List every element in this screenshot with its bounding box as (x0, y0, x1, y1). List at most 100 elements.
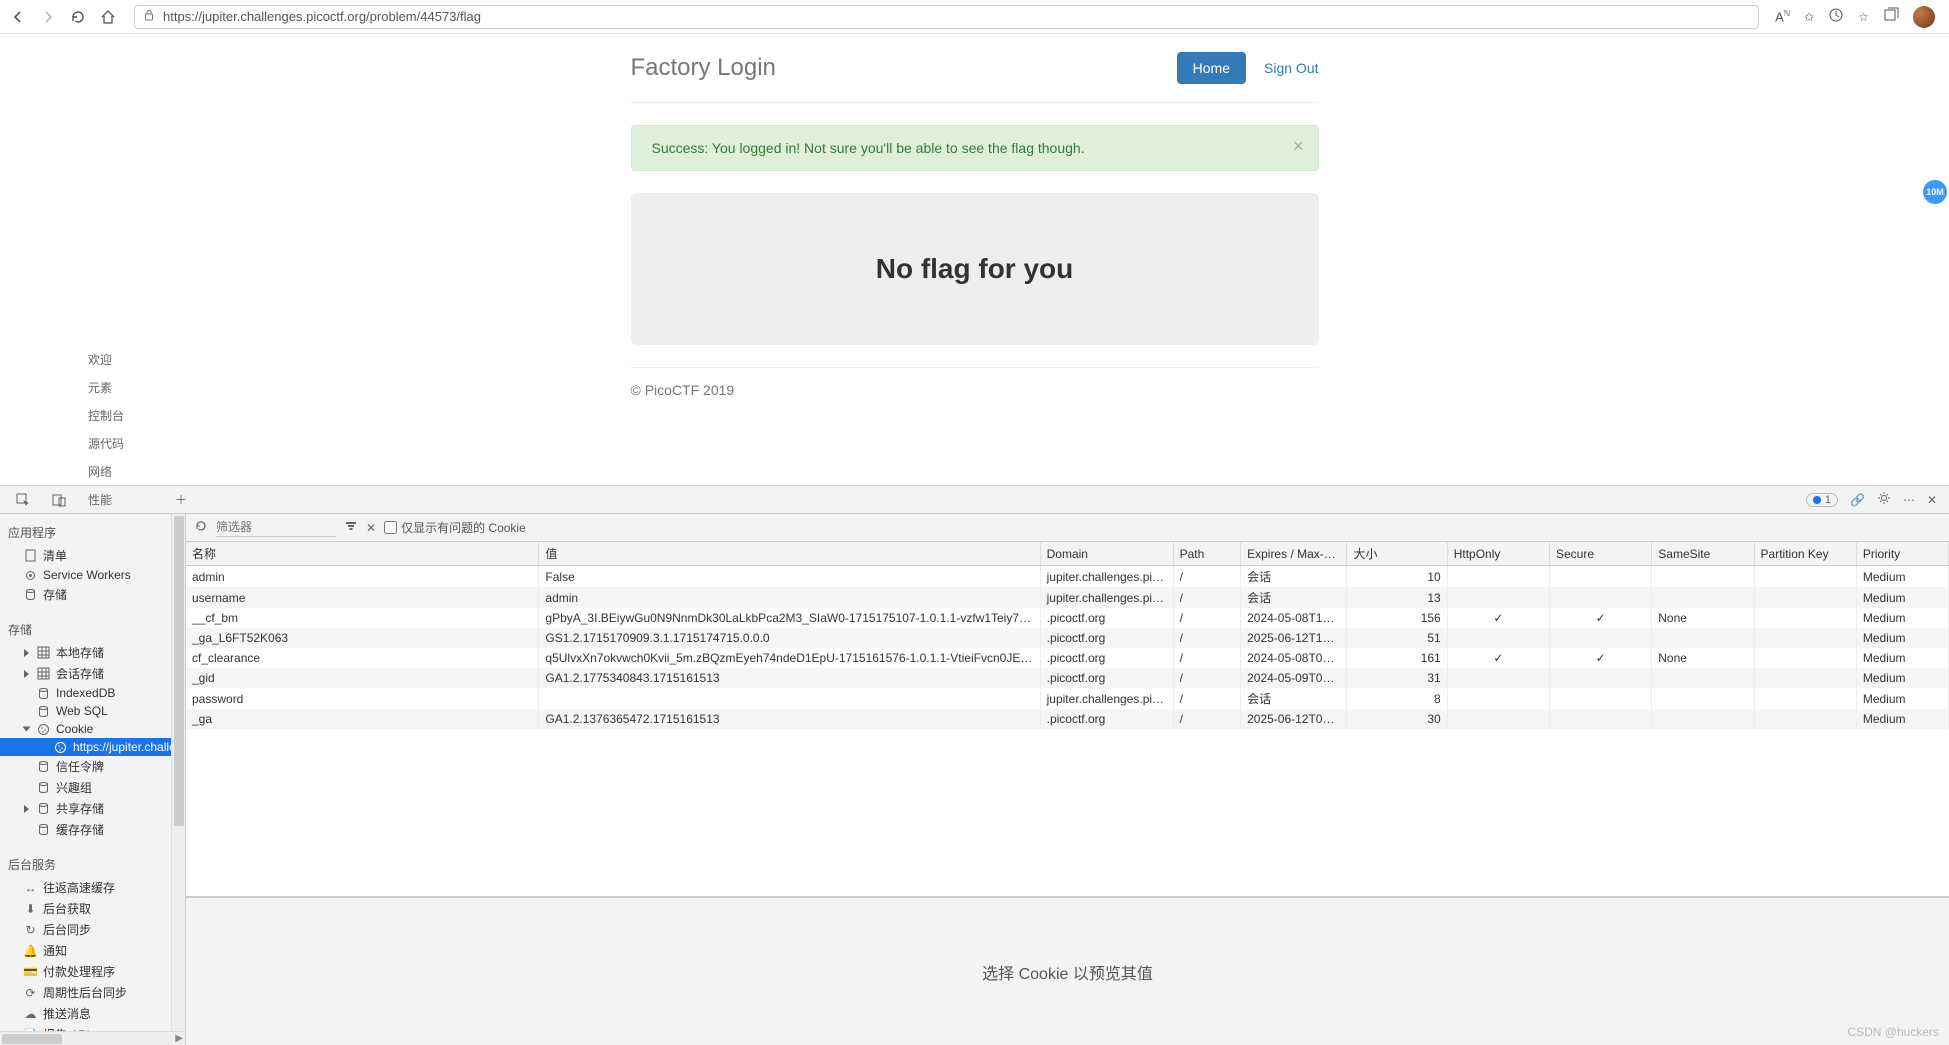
cookies-toolbar: ✕ 仅显示有问题的 Cookie (186, 514, 1949, 542)
table-row[interactable]: adminFalsejupiter.challenges.pic.../会话10… (186, 566, 1949, 588)
app-item-icon (24, 588, 37, 601)
sidebar-item[interactable]: ⟳周期性后台同步 (0, 982, 185, 1003)
storage-item-icon (37, 667, 50, 680)
refresh-icon[interactable] (194, 519, 208, 536)
table-header[interactable]: Path (1173, 542, 1241, 566)
filter-input[interactable] (216, 519, 336, 537)
sidebar-hscroll[interactable]: ◀▶ (0, 1031, 185, 1045)
close-icon[interactable]: × (1293, 136, 1304, 157)
gear-icon[interactable] (1877, 491, 1891, 508)
sidebar-item[interactable]: 信任令牌 (0, 756, 185, 777)
bg-item-icon: 💳 (24, 965, 37, 978)
issues-only-checkbox[interactable]: 仅显示有问题的 Cookie (384, 519, 526, 536)
floating-badge[interactable]: 10M (1923, 180, 1947, 204)
address-bar[interactable]: https://jupiter.challenges.picoctf.org/p… (134, 5, 1759, 29)
favorites-icon[interactable]: ☆ (1858, 10, 1869, 24)
sidebar-item[interactable]: ↻后台同步 (0, 919, 185, 940)
sidebar-item[interactable]: 兴趣组 (0, 777, 185, 798)
sidebar-item[interactable]: 清单 (0, 545, 185, 566)
sidebar-item[interactable]: 🔔通知 (0, 940, 185, 961)
bg-item-icon: 🔔 (24, 944, 37, 957)
sidebar-item[interactable]: 存储 (0, 584, 185, 605)
table-header[interactable]: Priority (1856, 542, 1948, 566)
sidebar-section-storage: 存储 (0, 617, 185, 642)
sidebar-vscroll[interactable] (171, 514, 185, 1031)
tab-元素[interactable]: 元素 (78, 374, 163, 402)
table-row[interactable]: _gidGA1.2.1775340843.1715161513.picoctf.… (186, 668, 1949, 688)
sync-icon[interactable] (1828, 7, 1844, 26)
table-header[interactable]: 值 (539, 542, 1040, 566)
font-size-icon[interactable]: Aℕ (1775, 9, 1790, 24)
table-row[interactable]: passwordjupiter.challenges.pic.../会话8Med… (186, 688, 1949, 709)
table-row[interactable]: __cf_bmgPbyA_3I.BEiywGu0N9NnmDk30LaLkbPc… (186, 608, 1949, 628)
sidebar-item[interactable]: 💳付款处理程序 (0, 961, 185, 982)
sidebar-item[interactable]: Service Workers (0, 566, 185, 584)
device-icon[interactable] (42, 486, 76, 514)
sidebar-item[interactable]: Cookie (0, 720, 185, 738)
sidebar-item[interactable]: 会话存储 (0, 663, 185, 684)
profile-avatar[interactable] (1913, 6, 1935, 28)
table-header[interactable]: HttpOnly (1447, 542, 1549, 566)
storage-item-icon (37, 760, 50, 773)
table-header[interactable]: Secure (1549, 542, 1651, 566)
storage-item-icon (37, 723, 50, 736)
tab-源代码[interactable]: 源代码 (78, 430, 163, 458)
table-header[interactable]: Domain (1040, 542, 1173, 566)
bg-item-icon: ☁ (24, 1007, 37, 1020)
issues-badge[interactable]: 1 (1806, 493, 1838, 507)
sidebar-section-bg: 后台服务 (0, 852, 185, 877)
tab-网络[interactable]: 网络 (78, 458, 163, 486)
table-row[interactable]: usernameadminjupiter.challenges.pic.../会… (186, 587, 1949, 608)
cookies-table[interactable]: 名称值DomainPathExpires / Max-A...大小HttpOnl… (186, 542, 1949, 729)
bg-item-icon: ⬇ (24, 902, 37, 915)
table-row[interactable]: cf_clearanceq5UlvxXn7okvwch0Kvii_5m.zBQz… (186, 648, 1949, 668)
tab-欢迎[interactable]: 欢迎 (78, 346, 163, 374)
sidebar-item[interactable]: IndexedDB (0, 684, 185, 702)
collections-icon[interactable] (1883, 7, 1899, 26)
sidebar-item[interactable]: ⬇后台获取 (0, 898, 185, 919)
devtools-tab-bar: 欢迎元素控制台源代码网络性能内存应用程序✕安全性LighthouseCSS 概述… (0, 486, 1949, 514)
clear-all-icon[interactable]: ✕ (366, 521, 376, 535)
bg-item-icon: ↔ (24, 881, 37, 894)
home-nav-button[interactable]: Home (1177, 52, 1246, 84)
sidebar-item[interactable]: 共享存储 (0, 798, 185, 819)
page-title: Factory Login (631, 54, 776, 82)
add-tab-button[interactable]: ＋ (165, 486, 197, 514)
tab-性能[interactable]: 性能 (78, 486, 163, 514)
browser-toolbar: https://jupiter.challenges.picoctf.org/p… (0, 0, 1949, 34)
home-button[interactable] (98, 7, 118, 27)
chrome-right-icons: Aℕ ✩ ☆ (1775, 6, 1941, 28)
storage-item-icon (37, 802, 50, 815)
table-row[interactable]: _gaGA1.2.1376365472.1715161513.picoctf.o… (186, 709, 1949, 729)
table-row[interactable]: _ga_L6FT52K063GS1.2.1715170909.3.1.17151… (186, 628, 1949, 648)
sidebar-item[interactable]: 本地存储 (0, 642, 185, 663)
table-header[interactable]: 大小 (1347, 542, 1447, 566)
reload-button[interactable] (68, 7, 88, 27)
footer-text: © PicoCTF 2019 (631, 382, 1319, 398)
inspect-icon[interactable] (6, 486, 40, 514)
page-viewport: Factory Login Home Sign Out Success: You… (0, 34, 1949, 485)
sidebar-item[interactable]: ↔往返高速缓存 (0, 877, 185, 898)
sidebar-item[interactable]: ☁推送消息 (0, 1003, 185, 1024)
tab-控制台[interactable]: 控制台 (78, 402, 163, 430)
sidebar-item[interactable]: Web SQL (0, 702, 185, 720)
sidebar-item[interactable]: 缓存存储 (0, 819, 185, 840)
back-button[interactable] (8, 7, 28, 27)
storage-item-icon (37, 705, 50, 718)
storage-item-icon (37, 646, 50, 659)
link-icon[interactable]: 🔗 (1850, 493, 1865, 507)
table-header[interactable]: 名称 (186, 542, 539, 566)
alert-text: Success: You logged in! Not sure you'll … (652, 140, 1085, 156)
star-outline-icon[interactable]: ✩ (1804, 10, 1814, 24)
table-header[interactable]: Expires / Max-A... (1241, 542, 1347, 566)
more-icon[interactable]: ⋯ (1903, 493, 1915, 507)
cookie-origin-item[interactable]: https://jupiter.challeng... (0, 738, 185, 756)
forward-button[interactable] (38, 7, 58, 27)
storage-item-icon (37, 687, 50, 700)
table-header[interactable]: Partition Key (1754, 542, 1856, 566)
lock-icon (143, 9, 155, 24)
clear-filter-icon[interactable] (344, 519, 358, 536)
close-devtools-icon[interactable]: ✕ (1927, 493, 1937, 507)
signout-link[interactable]: Sign Out (1264, 60, 1318, 76)
table-header[interactable]: SameSite (1652, 542, 1754, 566)
